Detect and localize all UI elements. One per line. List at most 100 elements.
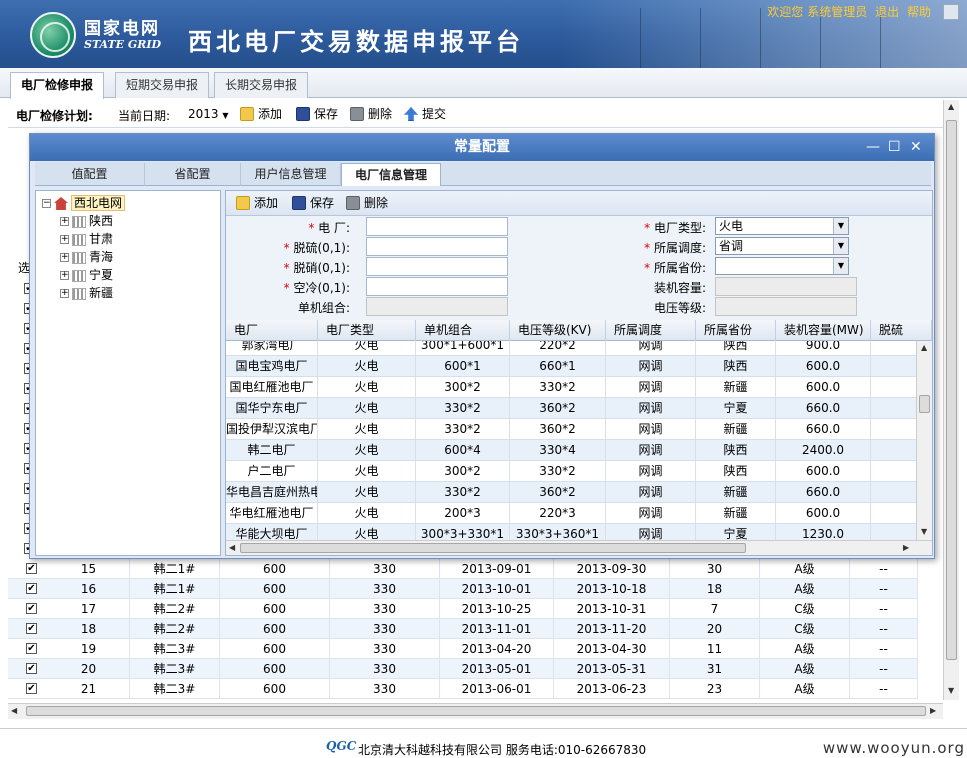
table-row[interactable]: 郭家湾电厂 火电 300*1+600*1 220*2 网调 陕西 900.0	[226, 341, 916, 356]
denitr-input[interactable]	[366, 257, 508, 276]
scroll-right-icon[interactable]: ▶	[903, 543, 909, 552]
col-plant-type[interactable]: 电厂类型	[318, 320, 416, 341]
table-row[interactable]: ✔ 18 韩二2# 600 330 2013-11-01 2013-11-20 …	[8, 619, 918, 639]
tree-root[interactable]: − 西北电网	[42, 195, 126, 211]
tab-user-management[interactable]: 用户信息管理	[241, 163, 341, 186]
scroll-down-icon[interactable]: ▼	[921, 527, 927, 536]
col-province[interactable]: 所属省份	[696, 320, 776, 341]
col-voltage[interactable]: 电压等级(KV)	[510, 320, 606, 341]
table-row[interactable]: 国投伊犁汉滨电厂 火电 330*2 360*2 网调 新疆 660.0	[226, 419, 916, 440]
expand-icon[interactable]: +	[60, 289, 69, 298]
table-row[interactable]: 韩二电厂 火电 600*4 330*4 网调 陕西 2400.0	[226, 440, 916, 461]
expand-icon[interactable]: +	[60, 217, 69, 226]
tab-maintenance[interactable]: 电厂检修申报	[10, 72, 105, 99]
delete-button[interactable]: 删除	[350, 105, 392, 123]
tab-short-term[interactable]: 短期交易申报	[115, 72, 210, 98]
expand-icon[interactable]: +	[60, 253, 69, 262]
logout-link[interactable]: 退出	[875, 5, 899, 19]
table-row[interactable]: 华电昌吉庭州热电 火电 330*2 360*2 网调 新疆 660.0	[226, 482, 916, 503]
plan-toolbar: 电厂检修计划: 当前日期: 2013 ▼ 添加 保存 删除 提交	[8, 100, 958, 128]
year-select[interactable]: 2013 ▼	[188, 107, 229, 121]
row-checkbox[interactable]: ✔	[26, 663, 37, 674]
col-desulf[interactable]: 脱硫	[871, 320, 932, 341]
collapse-icon[interactable]: −	[42, 199, 51, 208]
table-row[interactable]: 华电红雁池电厂 火电 200*3 220*3 网调 新疆 600.0	[226, 503, 916, 524]
tab-value-config[interactable]: 值配置	[35, 163, 145, 186]
province-select[interactable]: ▼	[715, 257, 849, 275]
dialog-delete-button[interactable]: 删除	[346, 194, 388, 212]
table-row[interactable]: 国电红雁池电厂 火电 300*2 330*2 网调 新疆 600.0	[226, 377, 916, 398]
plant-type-select[interactable]: 火电 ▼	[715, 217, 849, 235]
cell-province: 新疆	[696, 377, 776, 398]
scroll-up-icon[interactable]: ▲	[921, 343, 927, 352]
dialog-add-label: 添加	[254, 196, 279, 210]
scroll-thumb[interactable]	[919, 395, 930, 413]
tower-icon	[72, 233, 86, 246]
table-row[interactable]: ✔ 17 韩二2# 600 330 2013-10-25 2013-10-31 …	[8, 599, 918, 619]
maximize-icon[interactable]: ☐	[888, 139, 901, 155]
close-icon[interactable]: ✕	[910, 139, 922, 155]
table-row[interactable]: ✔ 16 韩二1# 600 330 2013-10-01 2013-10-18 …	[8, 579, 918, 599]
tab-long-term[interactable]: 长期交易申报	[214, 72, 309, 98]
dialog-save-button[interactable]: 保存	[292, 194, 334, 212]
page-vertical-scrollbar[interactable]: ▲ ▼	[943, 100, 959, 700]
cell-days: 11	[670, 639, 760, 659]
scroll-left-icon[interactable]: ◀	[11, 706, 17, 715]
table-row[interactable]: ✔ 21 韩二3# 600 330 2013-06-01 2013-06-23 …	[8, 679, 918, 699]
tree-item-qinghai[interactable]: + 青海	[60, 249, 113, 265]
cell-extra: --	[850, 599, 918, 619]
tree-item-ningxia[interactable]: + 宁夏	[60, 267, 113, 283]
cell-voltage: 360*2	[510, 419, 606, 440]
scroll-thumb[interactable]	[26, 706, 926, 716]
expand-icon[interactable]: +	[60, 271, 69, 280]
col-plant[interactable]: 电厂	[226, 320, 318, 341]
tree-item-xinjiang[interactable]: + 新疆	[60, 285, 113, 301]
col-unit-combo[interactable]: 单机组合	[416, 320, 510, 341]
table-row[interactable]: 华能大坝电厂 火电 300*3+330*1 330*3+360*1 网调 宁夏 …	[226, 524, 916, 540]
help-link[interactable]: 帮助	[907, 5, 931, 19]
col-dispatch[interactable]: 所属调度	[606, 320, 696, 341]
table-row[interactable]: 国华宁东电厂 火电 330*2 360*2 网调 宁夏 660.0	[226, 398, 916, 419]
table-row[interactable]: ✔ 19 韩二3# 600 330 2013-04-20 2013-04-30 …	[8, 639, 918, 659]
dialog-titlebar[interactable]: 常量配置	[30, 134, 934, 161]
submit-button[interactable]: 提交	[404, 105, 446, 123]
scroll-down-icon[interactable]: ▼	[948, 686, 954, 695]
grid-horizontal-scrollbar[interactable]: ◀ ▶	[226, 540, 932, 555]
scroll-thumb[interactable]	[240, 543, 746, 553]
scroll-thumb[interactable]	[946, 120, 957, 660]
scroll-left-icon[interactable]: ◀	[229, 543, 235, 552]
cell-plant: 国电红雁池电厂	[226, 377, 318, 398]
cell-province: 宁夏	[696, 398, 776, 419]
table-row[interactable]: 户二电厂 火电 300*2 330*2 网调 陕西 600.0	[226, 461, 916, 482]
table-row[interactable]: 国电宝鸡电厂 火电 600*1 660*1 网调 陕西 600.0	[226, 356, 916, 377]
expand-icon[interactable]: +	[60, 235, 69, 244]
tree-item-shaanxi[interactable]: + 陕西	[60, 213, 113, 229]
grid-vertical-scrollbar[interactable]: ▲ ▼	[916, 341, 932, 540]
row-checkbox[interactable]: ✔	[26, 643, 37, 654]
aircool-input[interactable]	[366, 277, 508, 296]
table-row[interactable]: ✔ 20 韩二3# 600 330 2013-05-01 2013-05-31 …	[8, 659, 918, 679]
row-checkbox[interactable]: ✔	[26, 603, 37, 614]
dialog-add-button[interactable]: 添加	[236, 194, 278, 212]
tree-item-gansu[interactable]: + 甘肃	[60, 231, 113, 247]
row-checkbox[interactable]: ✔	[26, 623, 37, 634]
row-checkbox[interactable]: ✔	[26, 583, 37, 594]
save-button[interactable]: 保存	[296, 105, 338, 123]
row-checkbox[interactable]: ✔	[26, 563, 37, 574]
tree-item-label: 甘肃	[89, 232, 114, 246]
table-row[interactable]: ✔ 15 韩二1# 600 330 2013-09-01 2013-09-30 …	[8, 559, 918, 579]
minimize-icon[interactable]: —	[866, 139, 880, 155]
tools-icon[interactable]	[943, 4, 959, 20]
row-checkbox[interactable]: ✔	[26, 683, 37, 694]
desulf-input[interactable]	[366, 237, 508, 256]
page-horizontal-scrollbar[interactable]: ◀ ▶	[8, 703, 943, 719]
col-capacity[interactable]: 装机容量(MW)	[776, 320, 871, 341]
tab-province-config[interactable]: 省配置	[145, 163, 241, 186]
dispatch-select[interactable]: 省调 ▼	[715, 237, 849, 255]
scroll-up-icon[interactable]: ▲	[948, 102, 954, 111]
plant-name-input[interactable]	[366, 217, 508, 236]
add-button[interactable]: 添加	[240, 105, 282, 123]
scroll-right-icon[interactable]: ▶	[930, 706, 936, 715]
cell-unit: 韩二3#	[130, 679, 220, 699]
tab-plant-management[interactable]: 电厂信息管理	[341, 163, 441, 186]
